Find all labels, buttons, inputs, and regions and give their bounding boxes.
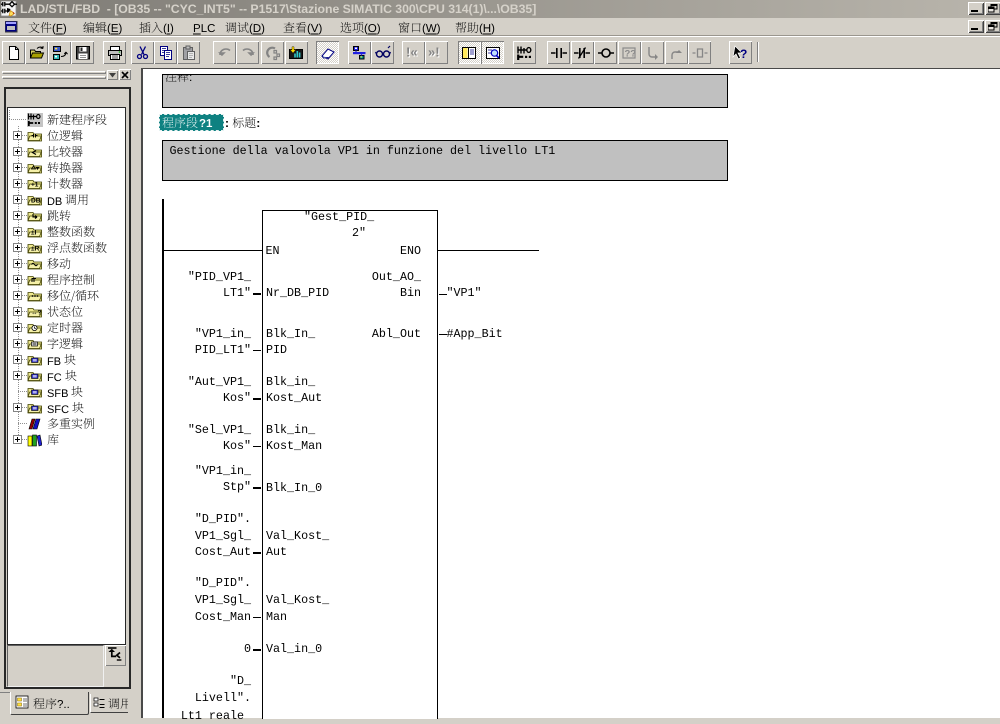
svg-text:!«: !« (406, 45, 418, 60)
svg-text:?: ? (740, 47, 747, 61)
svg-text:??: ?? (625, 48, 637, 59)
svg-text:↔?: ↔? (31, 309, 42, 316)
svg-text:»!: »! (428, 45, 440, 60)
svg-text:+1: +1 (31, 181, 39, 188)
svg-text:DB: DB (31, 197, 41, 204)
svg-text:±I: ±I (31, 229, 37, 236)
svg-text:±R: ±R (31, 245, 40, 252)
